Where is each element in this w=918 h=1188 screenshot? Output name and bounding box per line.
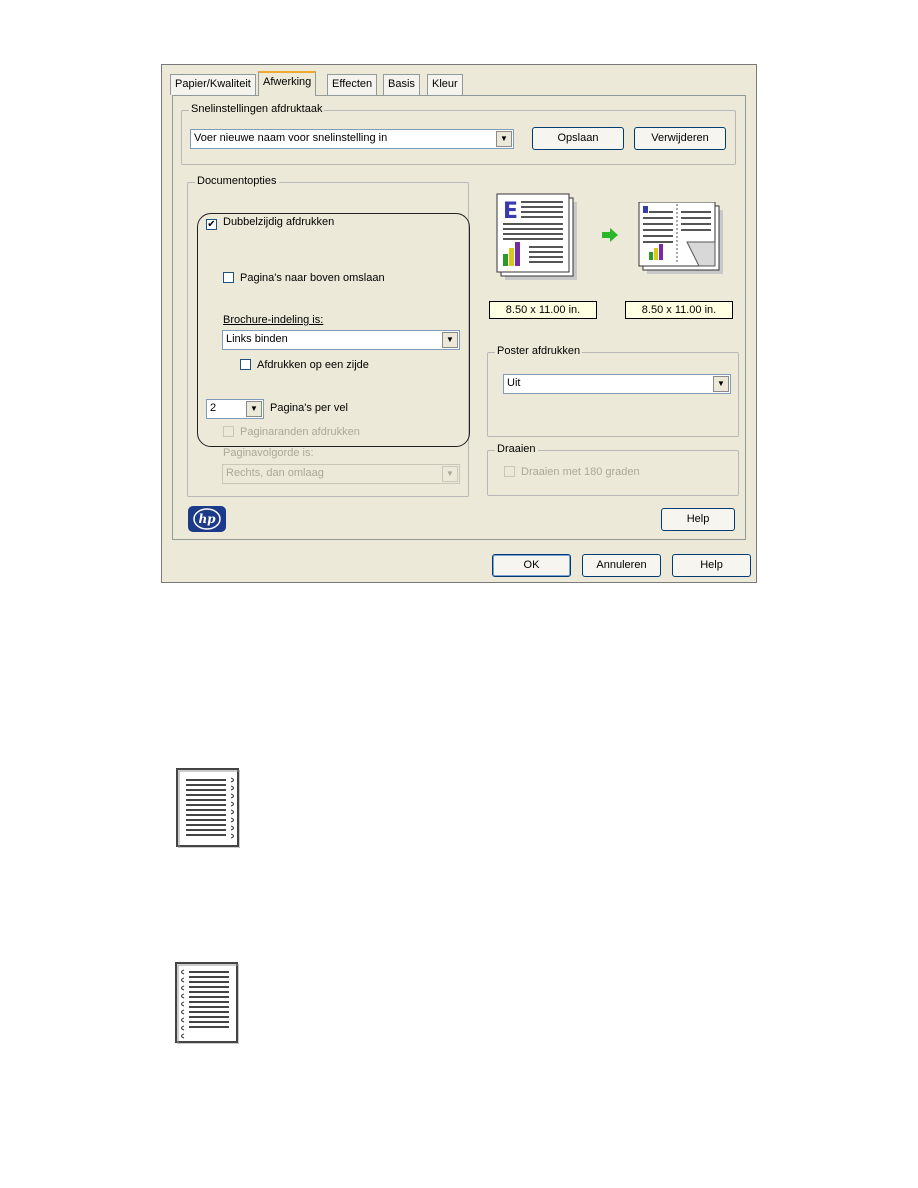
poster-value: Uit — [507, 377, 521, 389]
one-side-label: Afdrukken op een zijde — [257, 359, 369, 371]
borders-check-box — [223, 426, 234, 437]
quick-sets-group: Snelinstellingen afdruktaak Voer nieuwe … — [181, 103, 736, 165]
hp-logo-icon: hp — [188, 506, 226, 532]
tab-effecten[interactable]: Effecten — [327, 74, 378, 95]
pages-per-sheet-value: 2 — [210, 402, 217, 414]
tab-basis[interactable]: Basis — [383, 74, 420, 95]
booklet-select[interactable]: Links binden ▼ — [222, 330, 460, 350]
svg-text:hp: hp — [198, 512, 216, 526]
chevron-down-icon[interactable]: ▼ — [442, 332, 458, 348]
help-button[interactable]: Help — [661, 508, 735, 531]
save-button[interactable]: Opslaan — [532, 127, 624, 150]
borders-label: Paginaranden afdrukken — [240, 426, 360, 438]
size-label-right: 8.50 x 11.00 in. — [625, 301, 733, 319]
duplex-label: Dubbelzijdig afdrukken — [223, 216, 335, 228]
booklet-label: Brochure-indeling is: — [223, 314, 324, 326]
svg-text:E: E — [503, 199, 518, 224]
duplex-checkbox[interactable]: ✔ Dubbelzijdig afdrukken — [206, 216, 334, 230]
poster-group: Poster afdrukken Uit ▼ — [487, 345, 739, 437]
chevron-down-icon[interactable]: ▼ — [713, 376, 729, 392]
poster-select[interactable]: Uit ▼ — [503, 374, 731, 394]
tab-afwerking[interactable]: Afwerking — [258, 71, 317, 96]
chevron-down-icon: ▼ — [442, 466, 458, 482]
rotate-label: Draaien met 180 graden — [521, 466, 640, 478]
flip-up-check-box[interactable] — [223, 272, 234, 283]
cancel-button[interactable]: Annuleren — [582, 554, 661, 577]
flip-up-checkbox[interactable]: Pagina's naar boven omslaan — [223, 272, 385, 284]
page-order-value: Rechts, dan omlaag — [226, 467, 324, 479]
booklet-value: Links binden — [226, 333, 288, 345]
pages-per-sheet-label: Pagina's per vel — [270, 402, 348, 414]
size-label-left: 8.50 x 11.00 in. — [489, 301, 597, 319]
one-side-check-box[interactable] — [240, 359, 251, 370]
arrow-right-icon — [602, 228, 618, 242]
binding-right-icon — [176, 768, 240, 848]
rotate-group: Draaien Draaien met 180 graden — [487, 443, 739, 496]
booklet-preview-icon — [638, 202, 723, 274]
binding-left-icon — [175, 962, 239, 1044]
poster-legend: Poster afdrukken — [495, 345, 583, 357]
footer-help-button[interactable]: Help — [672, 554, 751, 577]
tab-kleur[interactable]: Kleur — [427, 74, 463, 95]
flip-up-label: Pagina's naar boven omslaan — [240, 272, 385, 284]
borders-checkbox: Paginaranden afdrukken — [223, 426, 360, 438]
ok-button[interactable]: OK — [492, 554, 571, 577]
rotate-legend: Draaien — [495, 443, 538, 455]
quick-sets-value: Voer nieuwe naam voor snelinstelling in — [194, 132, 388, 144]
delete-button[interactable]: Verwijderen — [634, 127, 726, 150]
pages-per-sheet-select[interactable]: 2 ▼ — [206, 399, 264, 419]
printer-properties-dialog: Papier/Kwaliteit Afwerking Effecten Basi… — [161, 64, 757, 583]
chevron-down-icon[interactable]: ▼ — [496, 131, 512, 147]
document-options-legend: Documentopties — [195, 175, 279, 187]
tab-papier-kwaliteit[interactable]: Papier/Kwaliteit — [170, 74, 256, 95]
page-order-label: Paginavolgorde is: — [223, 447, 314, 459]
tab-panel: Snelinstellingen afdruktaak Voer nieuwe … — [172, 95, 746, 540]
one-side-checkbox[interactable]: Afdrukken op een zijde — [240, 359, 369, 371]
rotate-check-box — [504, 466, 515, 477]
document-preview-icon: E — [496, 193, 577, 280]
rotate-checkbox: Draaien met 180 graden — [504, 466, 640, 478]
duplex-check-box[interactable]: ✔ — [206, 219, 217, 230]
page-order-select: Rechts, dan omlaag ▼ — [222, 464, 460, 484]
chevron-down-icon[interactable]: ▼ — [246, 401, 262, 417]
quick-sets-select[interactable]: Voer nieuwe naam voor snelinstelling in … — [190, 129, 514, 149]
quick-sets-legend: Snelinstellingen afdruktaak — [189, 103, 325, 115]
